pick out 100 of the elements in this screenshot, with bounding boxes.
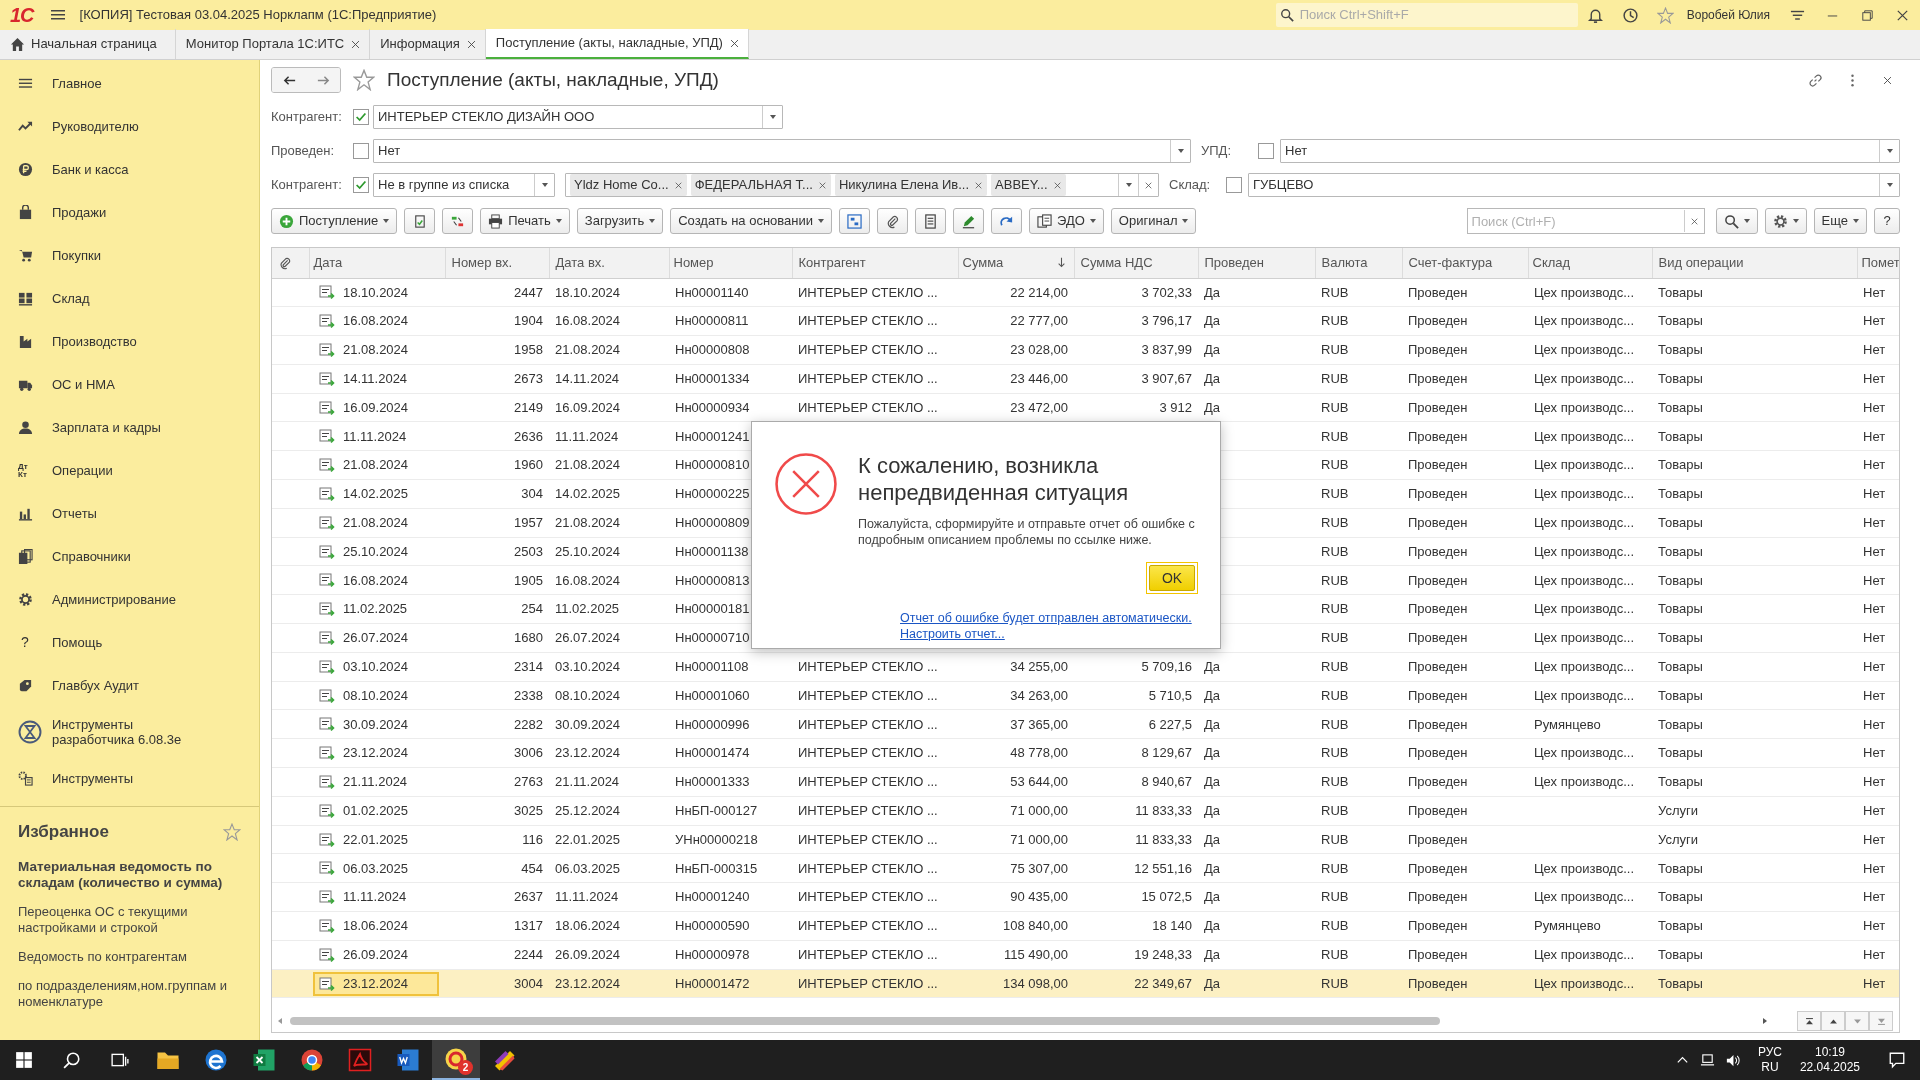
pen-button[interactable] [953,208,985,234]
table-row[interactable]: 16.08.2024 1904 16.08.2024 Нн00000811 ИНТЕРЬЕР СТЕКЛО ... 22 777,00 3 796,17 Да RUB Проведен Цех производс... Товары Нет [272,306,1899,336]
redo-arrow-button[interactable] [991,208,1023,234]
checkbox[interactable] [353,177,369,193]
tag-chip[interactable]: Никулина Елена Ив... [834,174,988,196]
tab[interactable]: Информация [370,29,486,59]
star-icon[interactable] [1656,6,1674,24]
structure-button[interactable] [839,208,871,234]
bell-icon[interactable] [1586,6,1604,24]
dropdown-field[interactable]: ГУБЦЕВО [1248,173,1900,197]
sidebar-item[interactable]: Отчеты [0,492,259,535]
link-icon[interactable] [1808,72,1823,88]
ok-button[interactable]: OK [1149,565,1195,591]
sidebar-item[interactable]: ОС и НМА [0,363,259,406]
column-header[interactable]: Склад [1528,248,1652,278]
column-header[interactable]: Дата [309,248,445,278]
search-icon[interactable] [63,1051,81,1069]
sidebar-item[interactable]: Справочники [0,535,259,578]
close-icon[interactable] [350,38,362,50]
table-row[interactable]: 21.11.2024 2763 21.11.2024 Нн00001333 ИНТЕРЬЕР СТЕКЛО ... 53 644,00 8 940,67 Да RUB Проведен Цех производс... Товары Нет [272,767,1899,797]
task-view-icon[interactable] [111,1051,129,1069]
column-header[interactable]: Валюта [1315,248,1402,278]
dropdown-field[interactable]: Нет [373,139,1191,163]
sidebar-item[interactable]: Руководителю [0,105,259,148]
tab[interactable]: Начальная страница [0,29,176,59]
sidebar-item[interactable]: Администрирование [0,578,259,621]
favorite-link[interactable]: Материальная ведомость по складам (количество и сумма) [18,858,241,891]
dropdown-field[interactable]: Не в группе из списка [373,173,555,197]
column-header[interactable]: Сумма [958,248,1074,278]
tab[interactable]: Монитор Портала 1С:ИТС [175,29,371,59]
table-row[interactable]: 14.11.2024 2673 14.11.2024 Нн00001334 ИНТЕРЬЕР СТЕКЛО ... 23 446,00 3 907,67 Да RUB Проведен Цех производс... Товары Нет [272,364,1899,394]
dropdown-field[interactable]: ИНТЕРЬЕР СТЕКЛО ДИЗАЙН ООО [373,105,783,129]
language-indicator[interactable]: РУС RU [1757,1045,1782,1075]
column-header[interactable]: Вид операции [1652,248,1857,278]
favorite-link[interactable]: по подразделениям,ном.группам и номенклатуре [18,977,241,1010]
table-row[interactable]: 21.08.2024 1958 21.08.2024 Нн00000808 ИНТЕРЬЕР СТЕКЛО ... 23 028,00 3 837,99 Да RUB Проведен Цех производс... Товары Нет [272,335,1899,365]
table-row[interactable]: 11.11.2024 2637 11.11.2024 Нн00001240 ИНТЕРЬЕР СТЕКЛО ... 90 435,00 15 072,5 Да RUB Проведен Цех производс... Товары Нет [272,882,1899,912]
checkbox[interactable] [1258,143,1274,159]
checkbox[interactable] [353,109,369,125]
favorite-link[interactable]: Переоценка ОС с текущими настройками и строкой [18,903,241,936]
star-icon[interactable] [353,69,375,91]
close-icon[interactable] [1882,74,1893,86]
link[interactable]: Настроить отчет... [900,626,1200,642]
column-header[interactable]: Номер вх. [445,248,549,278]
sidebar-item[interactable]: ? Помощь [0,621,259,664]
sidebar-item[interactable]: Производство [0,320,259,363]
sidebar-item[interactable]: Главное [0,62,259,105]
link[interactable]: Отчет об ошибке будет отправлен автоматически. [900,610,1200,626]
column-header[interactable]: Контрагент [792,248,958,278]
toolbar-button[interactable]: Загрузить [576,208,664,234]
tag-field[interactable]: Yldz Home Co... ФЕДЕРАЛЬНАЯ Т... Никулина Елена Ив... ABBEY... [565,173,1159,197]
table-row[interactable]: 22.01.2025 116 22.01.2025 УНн00000218 ИНТЕРЬЕР СТЕКЛО ... 71 000,00 11 833,33 Да RUB Проведен Услуги Нет [272,825,1899,854]
toolbar-button[interactable]: Печать [480,208,570,234]
toolbar-button[interactable]: ЭДО [1029,208,1104,234]
search-button[interactable] [1715,208,1758,234]
table-row[interactable]: 01.02.2025 3025 25.12.2024 НнБП-000127 ИНТЕРЬЕР СТЕКЛО ... 71 000,00 11 833,33 Да RUB Проведен Услуги Нет [272,796,1899,826]
copy-button[interactable] [404,208,436,234]
column-header[interactable]: Счет-фактура [1402,248,1528,278]
table-row[interactable]: 26.09.2024 2244 26.09.2024 Нн00000978 ИНТЕРЬЕР СТЕКЛО ... 115 490,00 19 248,33 Да RUB Проведен Цех производс... Товары Нет [272,940,1899,970]
tab[interactable]: Поступление (акты, накладные, УПД) [485,29,749,59]
column-header[interactable]: Помет [1857,248,1899,278]
toolbar-button[interactable]: Создать на основании [670,208,833,234]
history-icon[interactable] [1621,6,1639,24]
column-header[interactable]: Сумма НДС [1074,248,1198,278]
close-icon[interactable] [465,38,477,50]
sidebar-item[interactable]: Зарплата и кадры [0,406,259,449]
sidebar-item[interactable]: Склад [0,277,259,320]
user-name[interactable]: Воробей Юлия [1682,6,1780,24]
settings-button[interactable] [1764,208,1807,234]
table-row[interactable]: 23.12.2024 3006 23.12.2024 Нн00001474 ИНТЕРЬЕР СТЕКЛО ... 48 778,00 8 129,67 Да RUB Проведен Цех производс... Товары Нет [272,738,1899,768]
column-header[interactable]: Номер [669,248,792,278]
sidebar-item[interactable]: Главбух Аудит [0,664,259,707]
table-row[interactable]: 18.10.2024 2447 18.10.2024 Нн00001140 ИНТЕРЬЕР СТЕКЛО ... 22 214,00 3 702,33 Да RUB Проведен Цех производс... Товары Нет [272,278,1899,307]
scrollbar-thumb[interactable] [290,1017,1440,1025]
table-row[interactable]: 18.06.2024 1317 18.06.2024 Нн00000590 ИНТЕРЬЕР СТЕКЛО ... 108 840,00 18 140 Да RUB Проведен Румянцево Товары Нет [272,911,1899,941]
sidebar-item[interactable]: Дт Кт Операции [0,449,259,492]
close-icon[interactable] [728,37,740,49]
tag-chip[interactable]: ФЕДЕРАЛЬНАЯ Т... [690,174,831,196]
scroll-right-icon[interactable] [1763,1018,1767,1024]
sidebar-item[interactable]: Банк и касса [0,148,259,191]
toolbar-button[interactable]: Поступление [271,208,398,234]
sidebar-item[interactable]: Продажи [0,191,259,234]
favorite-link[interactable]: Ведомость по контрагентам [18,948,241,965]
sidebar-item[interactable]: Инструменты [0,757,259,800]
restore-icon[interactable] [1860,7,1875,23]
sidebar-item[interactable]: Покупки [0,234,259,277]
checkbox[interactable] [353,143,369,159]
column-header[interactable]: Дата вх. [549,248,669,278]
first-page-button[interactable] [1797,1011,1821,1031]
toolbar-button[interactable]: Оригинал [1110,208,1197,234]
help-button[interactable]: ? [1874,208,1900,234]
clock[interactable]: 10:19 22.04.2025 [1799,1045,1860,1075]
table-row[interactable]: 03.10.2024 2314 03.10.2024 Нн00001108 ИНТЕРЬЕР СТЕКЛО ... 34 255,00 5 709,16 Да RUB Проведен Цех производс... Товары Нет [272,652,1899,682]
table-row[interactable]: 08.10.2024 2338 08.10.2024 Нн00001060 ИНТЕРЬЕР СТЕКЛО ... 34 263,00 5 710,5 Да RUB Проведен Цех производс... Товары Нет [272,681,1899,710]
tag-chip[interactable]: Yldz Home Co... [570,174,687,196]
tag-chip[interactable]: ABBEY... [991,174,1066,196]
column-header[interactable]: Проведен [1198,248,1315,278]
search-box[interactable]: Поиск Ctrl+Shift+F [1275,3,1578,27]
table-row[interactable]: 06.03.2025 454 06.03.2025 НнБП-000315 ИНТЕРЬЕР СТЕКЛО ... 75 307,00 12 551,16 Да RUB Проведен Цех производс... Товары Нет [272,853,1899,883]
toolbar-button[interactable]: Еще [1813,208,1867,234]
